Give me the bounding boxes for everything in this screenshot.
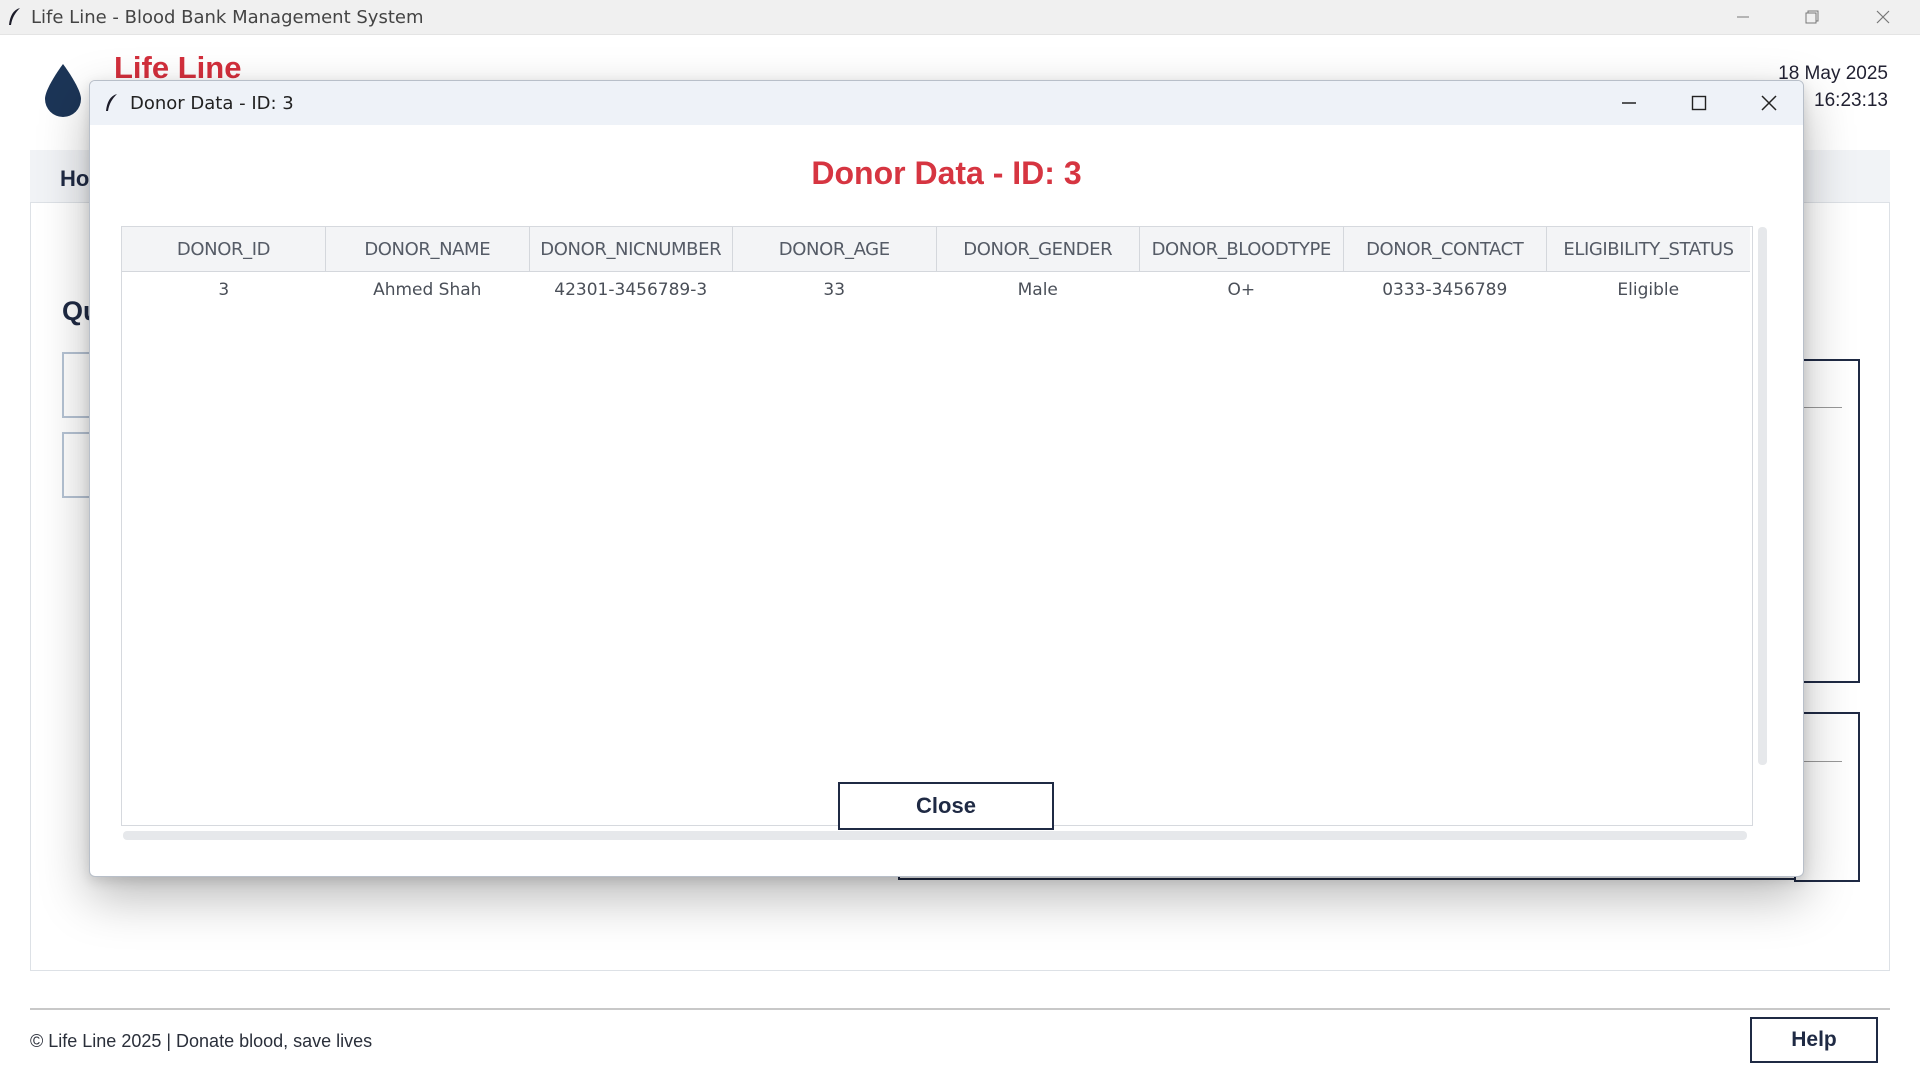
help-button[interactable]: Help: [1750, 1017, 1878, 1063]
dialog-close-icon[interactable]: [1735, 81, 1803, 125]
footer-divider: [30, 1008, 1890, 1010]
dialog-window-title: Donor Data - ID: 3: [130, 92, 294, 114]
donor-table: DONOR_ID DONOR_NAME DONOR_NICNUMBER DONO…: [121, 226, 1753, 826]
nav-home-tab[interactable]: Ho: [60, 166, 89, 192]
column-header[interactable]: DONOR_BLOODTYPE: [1139, 227, 1344, 272]
table-cell: Ahmed Shah: [373, 280, 482, 300]
table-cell: Male: [1017, 280, 1058, 300]
blood-drop-icon: [45, 64, 81, 117]
column-header[interactable]: ELIGIBILITY_STATUS: [1546, 227, 1750, 272]
dialog-heading: Donor Data - ID: 3: [811, 155, 1082, 191]
table-row[interactable]: 3 Ahmed Shah 42301-3456789-3 33 Male O+ …: [122, 272, 1750, 309]
table-cell: 42301-3456789-3: [554, 280, 708, 300]
table-header-row: DONOR_ID DONOR_NAME DONOR_NICNUMBER DONO…: [122, 227, 1750, 272]
column-header[interactable]: DONOR_ID: [122, 227, 326, 272]
column-header[interactable]: DONOR_AGE: [732, 227, 937, 272]
dialog-maximize-icon[interactable]: [1665, 81, 1733, 125]
main-window-title: Life Line - Blood Bank Management System: [31, 6, 424, 28]
column-header[interactable]: DONOR_NICNUMBER: [529, 227, 733, 272]
close-icon[interactable]: [1855, 0, 1911, 34]
dialog-minimize-icon[interactable]: [1595, 81, 1663, 125]
table-cell: Eligible: [1617, 280, 1680, 300]
minimize-icon[interactable]: [1715, 0, 1771, 34]
table-cell: 0333-3456789: [1382, 280, 1508, 300]
footer-copyright: © Life Line 2025 | Donate blood, save li…: [30, 1031, 373, 1051]
horizontal-scrollbar[interactable]: [123, 831, 1747, 840]
restore-icon[interactable]: [1784, 0, 1840, 34]
column-header[interactable]: DONOR_NAME: [325, 227, 530, 272]
feather-icon: [106, 94, 117, 111]
main-titlebar: Life Line - Blood Bank Management System: [0, 0, 1920, 35]
donor-data-dialog: Donor Data - ID: 3 Donor Data - ID: 3 DO…: [89, 80, 1804, 877]
close-button[interactable]: Close: [838, 782, 1054, 830]
column-header[interactable]: DONOR_GENDER: [936, 227, 1140, 272]
table-cell: 3: [218, 280, 230, 300]
vertical-scrollbar[interactable]: [1758, 227, 1767, 765]
feather-icon: [9, 8, 20, 25]
table-cell: 33: [823, 280, 846, 300]
table-cell: O+: [1227, 280, 1256, 300]
column-header[interactable]: DONOR_CONTACT: [1343, 227, 1547, 272]
dialog-titlebar: Donor Data - ID: 3: [90, 81, 1803, 125]
